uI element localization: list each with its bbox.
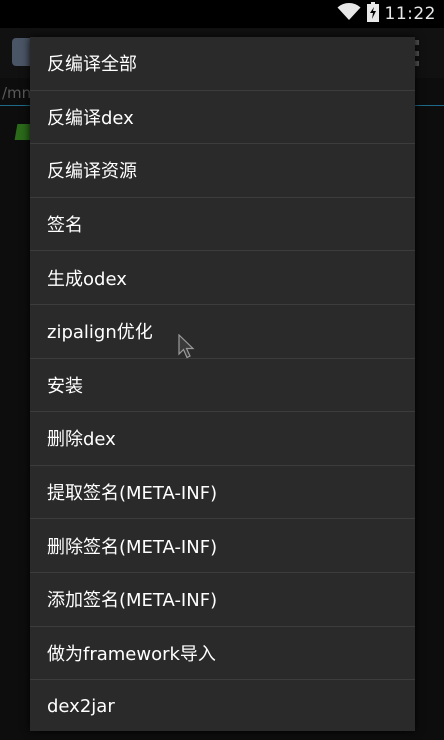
wifi-icon bbox=[337, 3, 361, 25]
menu-item-decompile-all[interactable]: 反编译全部 bbox=[30, 37, 415, 91]
menu-item-install[interactable]: 安装 bbox=[30, 359, 415, 413]
menu-item-decompile-resources[interactable]: 反编译资源 bbox=[30, 144, 415, 198]
status-bar: 11:22 bbox=[0, 0, 444, 28]
mouse-pointer-icon bbox=[178, 333, 196, 360]
menu-item-import-framework[interactable]: 做为framework导入 bbox=[30, 627, 415, 681]
menu-item-dex2jar[interactable]: dex2jar bbox=[30, 680, 415, 731]
clock: 11:22 bbox=[384, 4, 436, 24]
menu-item-delete-dex[interactable]: 删除dex bbox=[30, 412, 415, 466]
menu-item-delete-signature[interactable]: 删除签名(META-INF) bbox=[30, 519, 415, 573]
battery-icon bbox=[366, 2, 379, 26]
menu-item-generate-odex[interactable]: 生成odex bbox=[30, 251, 415, 305]
menu-item-extract-signature[interactable]: 提取签名(META-INF) bbox=[30, 466, 415, 520]
menu-item-zipalign[interactable]: zipalign优化 bbox=[30, 305, 415, 359]
menu-item-decompile-dex[interactable]: 反编译dex bbox=[30, 91, 415, 145]
menu-item-add-signature[interactable]: 添加签名(META-INF) bbox=[30, 573, 415, 627]
menu-item-sign[interactable]: 签名 bbox=[30, 198, 415, 252]
context-menu: 反编译全部 反编译dex 反编译资源 签名 生成odex zipalign优化 … bbox=[30, 37, 415, 731]
